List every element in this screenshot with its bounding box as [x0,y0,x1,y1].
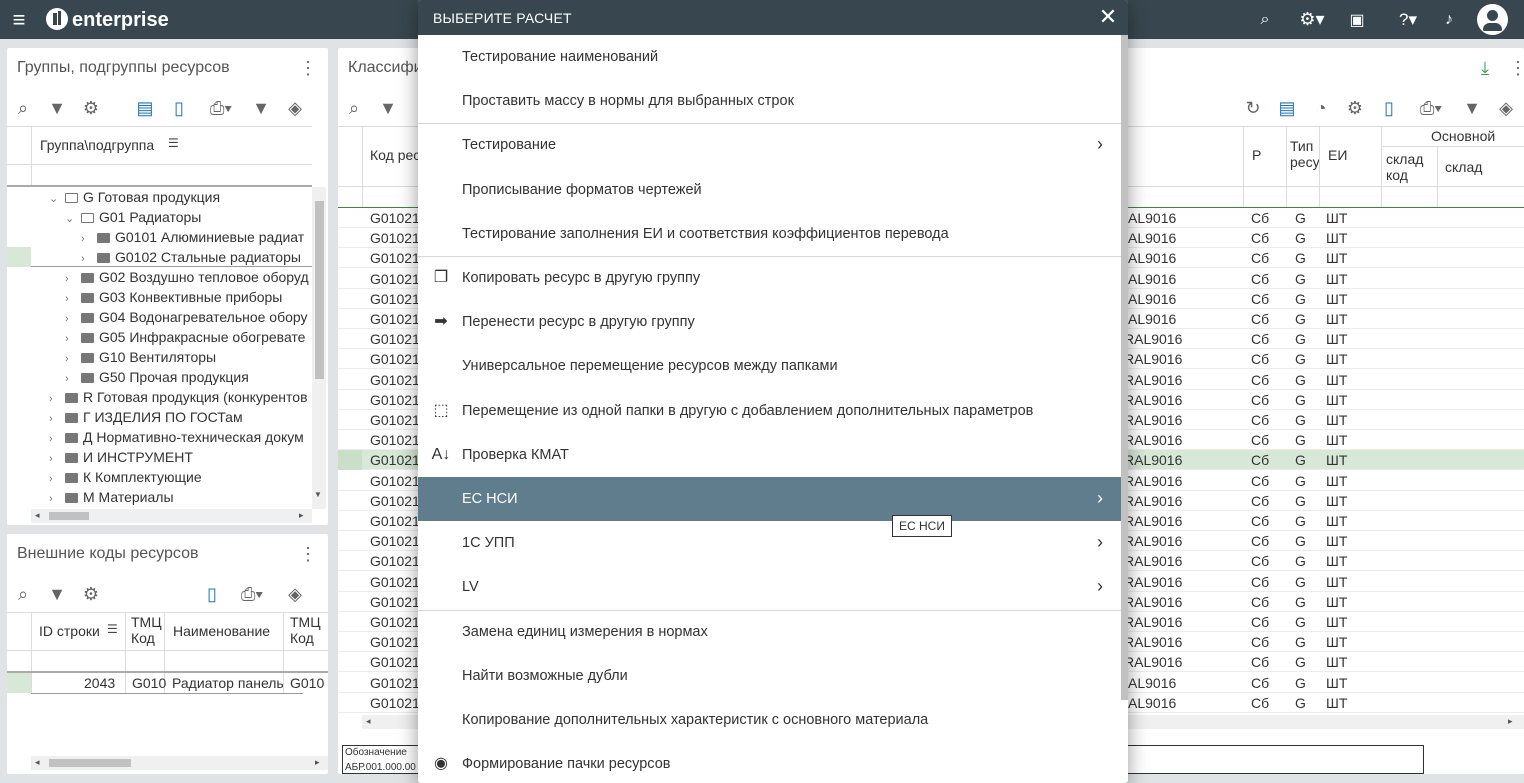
tooltip: ЕС НСИ [892,515,952,537]
menu-item[interactable]: Тестирование заполнения ЕИ и соответстви… [418,212,1121,256]
menu-item[interactable]: Копирование дополнительных характеристик… [418,698,1121,742]
menu-item[interactable]: ◉ Формирование пачки ресурсов [418,742,1121,783]
menu-item-label: Перенести ресурс в другую группу [462,314,695,331]
copy-icon: ❐ [433,269,449,286]
chevron-right-icon: › [1097,134,1103,155]
menu-item[interactable]: Прописывание форматов чертежей [418,168,1121,212]
menu-item-label: Копировать ресурс в другую группу [462,270,701,286]
menu-item[interactable]: Замена единиц измерения в нормах [418,610,1121,654]
close-icon[interactable]: ✕ [1096,4,1120,30]
menu-item-label: Прописывание форматов чертежей [462,181,702,198]
menu-item-label: Замена единиц измерения в нормах [462,623,708,640]
menu-item-label: LV [462,579,479,596]
menu-item[interactable]: ❐ Копировать ресурс в другую группу [418,256,1121,300]
target-icon: ◉ [434,755,448,773]
menu-item[interactable]: Тестирование наименований [418,35,1121,79]
dialog-scrollbar[interactable] [1121,35,1128,700]
dialog-title: ВЫБЕРИТЕ РАСЧЕТ [433,10,572,26]
menu-item[interactable]: Проставить массу в нормы для выбранных с… [418,79,1121,123]
menu-item-label: Перемещение из одной папки в другую с до… [462,402,1034,419]
menu-item-label: ЕС НСИ [462,491,518,507]
menu-item[interactable]: ⬚ Перемещение из одной папки в другую с д… [418,389,1121,433]
menu-item-label: Универсальное перемещение ресурсов между… [462,358,838,375]
menu-item-label: Формирование пачки ресурсов [462,756,671,773]
menu-item-label: Тестирование [462,137,557,154]
menu-item[interactable]: Универсальное перемещение ресурсов между… [418,344,1121,388]
menu-item[interactable]: ЕС НСИ › [418,477,1121,521]
menu-item-label: Тестирование наименований [462,49,659,65]
menu-item-label: Тестирование заполнения ЕИ и соответстви… [462,225,949,242]
menu-item[interactable]: ➡ Перенести ресурс в другую группу [418,300,1121,344]
menu-item[interactable]: Найти возможные дубли [418,654,1121,698]
chevron-right-icon: › [1097,576,1103,597]
chevron-right-icon: › [1097,532,1103,553]
menu-item[interactable]: Тестирование › [418,123,1121,167]
menu-item[interactable]: A↓ Проверка КМАТ [418,433,1121,477]
sort-az-icon: A↓ [431,445,451,463]
move-folder-icon: ➡ [434,313,448,331]
chevron-right-icon: › [1097,488,1103,508]
calculation-dialog: ВЫБЕРИТЕ РАСЧЕТ ✕ Тестирование наименова… [418,0,1128,783]
select-area-icon: ⬚ [433,401,449,419]
menu-item-label: Проверка КМАТ [462,446,569,463]
dialog-header: ВЫБЕРИТЕ РАСЧЕТ ✕ [418,0,1128,35]
menu-item-label: Проставить массу в нормы для выбранных с… [462,93,794,110]
menu-item[interactable]: 1С УПП › [418,521,1121,565]
menu-item-label: Копирование дополнительных характеристик… [462,712,929,728]
menu-item[interactable]: LV › [418,565,1121,609]
menu-item-label: Найти возможные дубли [462,667,628,684]
menu-item-label: 1С УПП [462,535,515,552]
